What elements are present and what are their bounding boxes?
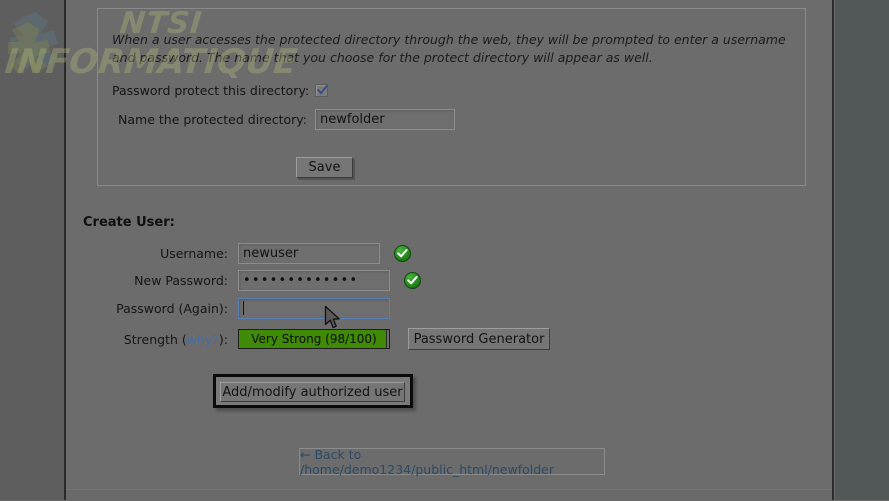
new-password-label: New Password: <box>134 273 228 288</box>
strength-label-prefix: Strength ( <box>123 331 187 347</box>
new-password-input[interactable] <box>238 270 390 291</box>
password-protect-panel: When a user accesses the protected direc… <box>97 8 806 186</box>
checkmark-icon <box>317 85 328 95</box>
password-protect-checkbox[interactable] <box>315 84 328 97</box>
text-caret <box>243 301 244 315</box>
directory-name-input[interactable] <box>315 109 455 130</box>
confirm-password-label: Password (Again): <box>116 300 228 316</box>
add-modify-authorized-user-button[interactable]: Add/modify authorized user <box>220 382 405 402</box>
new-password-valid-icon <box>404 272 421 289</box>
strength-label: Strength (why?): <box>83 332 228 347</box>
new-password-row: New Password: <box>83 270 421 291</box>
right-margin <box>835 0 889 500</box>
username-valid-icon <box>394 245 411 262</box>
password-protect-row: Password protect this directory: <box>112 83 328 98</box>
browser-page: NTSI INFORMATIQUE When a user accesses t… <box>0 0 889 501</box>
directory-name-label: Name the protected directory: <box>118 112 307 127</box>
confirm-password-input[interactable] <box>238 298 390 319</box>
left-margin <box>0 0 64 500</box>
strength-why-link[interactable]: why? <box>187 332 219 347</box>
password-protect-label: Password protect this directory: <box>112 83 310 98</box>
page-content: When a user accesses the protected direc… <box>66 0 832 500</box>
confirm-password-wrapper <box>238 297 390 319</box>
username-label: Username: <box>160 246 228 261</box>
username-input[interactable] <box>238 243 380 264</box>
password-strength-meter: Very Strong (98/100) <box>238 329 390 349</box>
panel-description: When a user accesses the protected direc… <box>112 32 786 65</box>
password-strength-row: Strength (why?): Very Strong (98/100) Pa… <box>83 328 550 350</box>
right-margin-divider <box>832 0 834 500</box>
save-button[interactable]: Save <box>296 157 353 178</box>
confirm-password-row: Password (Again): <box>83 297 390 319</box>
directory-name-row: Name the protected directory: <box>112 109 455 130</box>
username-row: Username: <box>83 243 411 264</box>
back-to-directory-link[interactable]: ← Back to /home/demo1234/public_html/new… <box>299 447 605 477</box>
password-strength-text: Very Strong (98/100) <box>251 332 377 346</box>
submit-focus-ring: Add/modify authorized user <box>213 374 413 408</box>
password-generator-button[interactable]: Password Generator <box>408 328 550 350</box>
create-user-heading: Create User: <box>83 215 175 230</box>
strength-label-suffix: ): <box>218 331 228 347</box>
